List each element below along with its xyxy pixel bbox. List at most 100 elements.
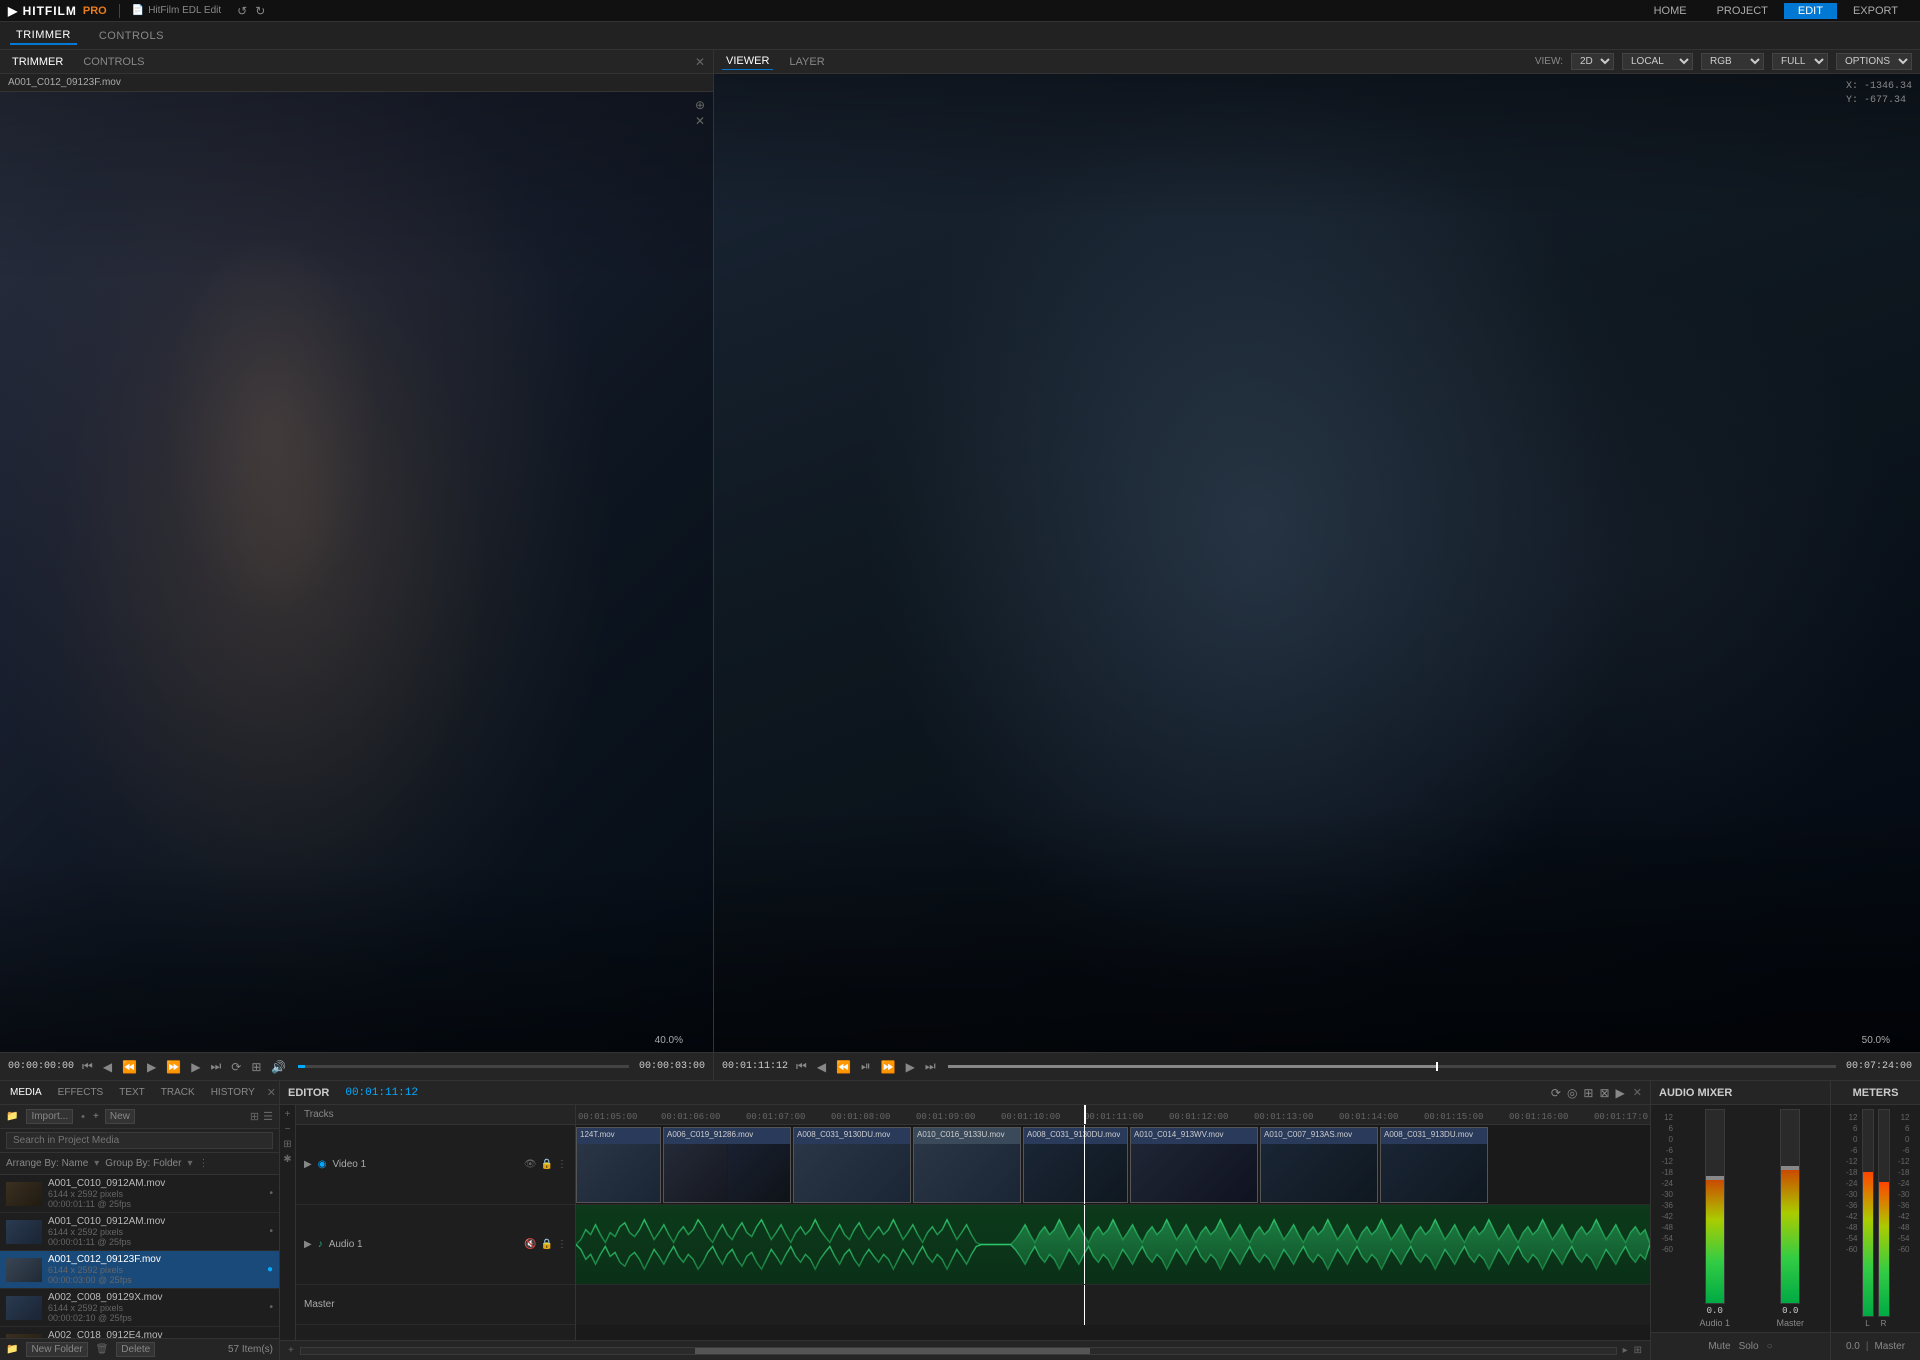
editor-add-track-icon[interactable]: + [288, 1345, 294, 1356]
tl-clip-4[interactable]: A010_C016_9133U.mov [913, 1127, 1021, 1203]
nav-project-btn[interactable]: PROJECT [1703, 3, 1782, 19]
tl-time-ruler: 00:01:05:00 00:01:06:00 00:01:07:00 00:0… [576, 1105, 1650, 1125]
media-tab-track[interactable]: TRACK [157, 1085, 199, 1100]
trimmer-scrubber[interactable] [298, 1065, 629, 1068]
editor-panel-close-icon[interactable]: ✕ [1633, 1086, 1642, 1099]
time-mark-3: 00:01:08:00 [831, 1112, 890, 1122]
tl-extra-icon[interactable]: ✱ [283, 1154, 291, 1165]
media-new-folder-btn[interactable]: New Folder [26, 1342, 87, 1357]
mixer-fader-2[interactable] [1780, 1109, 1800, 1304]
media-search-input[interactable] [6, 1132, 273, 1149]
viewer-tab-viewer[interactable]: VIEWER [722, 53, 773, 70]
redo-icon[interactable]: ↻ [255, 4, 265, 18]
nav-export-btn[interactable]: EXPORT [1839, 3, 1912, 19]
mute-btn[interactable]: Mute [1708, 1341, 1730, 1352]
trimmer-step-forward-icon[interactable]: ▶ [189, 1060, 202, 1074]
editor-tool-3[interactable]: ⊞ [1583, 1086, 1593, 1100]
media-delete-btn[interactable]: Delete [116, 1342, 155, 1357]
trimmer-next-icon[interactable]: ⏩ [164, 1060, 183, 1074]
editor-tool-1[interactable]: ⟳ [1551, 1086, 1561, 1100]
media-import-btn[interactable]: Import... [26, 1109, 73, 1124]
media-list-icon[interactable]: ☰ [263, 1110, 273, 1123]
meters-header: METERS [1831, 1081, 1920, 1105]
trimmer-step-back-icon[interactable]: ◀ [101, 1060, 114, 1074]
list-item[interactable]: A001_C012_09123F.mov 6144 x 2592 pixels … [0, 1251, 279, 1289]
list-item[interactable]: A002_C008_09129X.mov 6144 x 2592 pixels … [0, 1289, 279, 1327]
viewer-btn-2[interactable]: ◀ [815, 1060, 828, 1074]
viewer-btn-3[interactable]: ⏪ [834, 1060, 853, 1074]
tl-clip-5[interactable]: A008_C031_9130DU.mov [1023, 1127, 1128, 1203]
rgb-select[interactable]: RGB ALPHA [1701, 53, 1764, 70]
tl-zoom-in-icon[interactable]: + [285, 1109, 291, 1120]
nav-home-btn[interactable]: HOME [1640, 3, 1701, 19]
editor-bottom-icon-3[interactable]: ⊞ [1634, 1345, 1642, 1356]
tl-clip-8[interactable]: A008_C031_913DU.mov [1380, 1127, 1488, 1203]
media-tab-media[interactable]: MEDIA [6, 1085, 46, 1100]
trimmer-play-icon[interactable]: ▶ [145, 1060, 158, 1074]
tl-clip-1[interactable]: 124T.mov [576, 1127, 661, 1203]
media-add-icon[interactable]: + [93, 1111, 99, 1122]
viewer-scrubber[interactable] [948, 1065, 1836, 1068]
media-tab-history[interactable]: HISTORY [207, 1085, 259, 1100]
list-item[interactable]: A001_C010_0912AM.mov 6144 x 2592 pixels … [0, 1213, 279, 1251]
media-panel-close-icon[interactable]: ✕ [267, 1086, 276, 1099]
media-meta1-2: 6144 x 2592 pixels [48, 1227, 263, 1237]
nav-edit-btn[interactable]: EDIT [1784, 3, 1837, 19]
media-tab-text[interactable]: TEXT [115, 1085, 149, 1100]
trimmer-tab-trimmer[interactable]: TRIMMER [8, 54, 67, 70]
viewer-panel: VIEWER LAYER VIEW: 2D 3D LOCAL GLOBAL RG… [714, 50, 1920, 1080]
viewer-btn-4[interactable]: ⏯ [859, 1059, 873, 1074]
media-sort-options-icon[interactable]: ⋮ [198, 1158, 208, 1169]
list-item[interactable]: A001_C010_0912AM.mov 6144 x 2592 pixels … [0, 1175, 279, 1213]
solo-btn[interactable]: Solo [1739, 1341, 1759, 1352]
tl-video1-more-icon[interactable]: ⋮ [557, 1159, 567, 1170]
local-select[interactable]: LOCAL GLOBAL [1622, 53, 1693, 70]
viewer-btn-7[interactable]: ⏭ [923, 1059, 938, 1074]
tab-controls[interactable]: CONTROLS [93, 28, 170, 44]
tl-clip-6[interactable]: A010_C014_913WV.mov [1130, 1127, 1258, 1203]
trimmer-prev-icon[interactable]: ⏪ [120, 1060, 139, 1074]
viewer-tab-layer[interactable]: LAYER [785, 54, 828, 70]
media-new-btn[interactable]: New [105, 1109, 135, 1124]
tl-clip-2[interactable]: A006_C019_91286.mov [663, 1127, 791, 1203]
options-select[interactable]: OPTIONS [1836, 53, 1912, 70]
viewer-btn-5[interactable]: ⏩ [879, 1060, 898, 1074]
tl-audio1-mute-icon[interactable]: 🔇 [524, 1239, 536, 1250]
trimmer-loop-icon[interactable]: ⟳ [229, 1060, 243, 1074]
view-mode-select[interactable]: 2D 3D [1571, 53, 1614, 70]
viewer-btn-6[interactable]: ▶ [904, 1060, 917, 1074]
tl-video1-vis-icon[interactable]: 👁 [524, 1159, 537, 1170]
editor-tool-2[interactable]: ◎ [1567, 1086, 1577, 1100]
audio-mixer-header: AUDIO MIXER [1651, 1081, 1830, 1105]
trimmer-tab-controls[interactable]: CONTROLS [79, 54, 148, 70]
trimmer-close-icon[interactable]: ✕ [695, 55, 705, 69]
trimmer-extra-icon[interactable]: ⊞ [249, 1060, 263, 1074]
mixer-fader-handle-1[interactable] [1706, 1176, 1724, 1180]
tl-audio1-more-icon[interactable]: ⋮ [557, 1239, 567, 1250]
trimmer-mark-in-icon[interactable]: ⏮ [80, 1059, 95, 1074]
editor-tool-5[interactable]: ▶ [1616, 1086, 1625, 1100]
viewer-btn-1[interactable]: ⏮ [794, 1059, 809, 1074]
editor-scroll-bar[interactable] [300, 1347, 1617, 1355]
trimmer-mark-out-icon[interactable]: ⏭ [208, 1059, 223, 1074]
full-select[interactable]: FULL HALF [1772, 53, 1828, 70]
tl-zoom-out-icon[interactable]: − [285, 1124, 291, 1135]
tl-audio1-lock-icon[interactable]: 🔒 [541, 1239, 553, 1250]
tl-audio1-expand-icon[interactable]: ▶ [304, 1239, 312, 1250]
mixer-fader-handle-2[interactable] [1781, 1166, 1799, 1170]
editor-bottom-icon-2[interactable]: ▸ [1623, 1345, 1628, 1356]
tab-trimmer[interactable]: TRIMMER [10, 27, 77, 45]
trimmer-vol-icon[interactable]: 🔊 [269, 1060, 288, 1074]
tl-clip-3[interactable]: A008_C031_9130DU.mov [793, 1127, 911, 1203]
media-grid-icon[interactable]: ⊞ [250, 1110, 259, 1123]
viewer-controls-right: VIEW: 2D 3D LOCAL GLOBAL RGB ALPHA FULL … [1535, 53, 1912, 70]
tl-video1-expand-icon[interactable]: ▶ [304, 1159, 312, 1170]
mixer-fader-1[interactable] [1705, 1109, 1725, 1304]
media-tab-effects[interactable]: EFFECTS [54, 1085, 108, 1100]
editor-tool-4[interactable]: ⊠ [1599, 1086, 1609, 1100]
list-item[interactable]: A002_C018_0912E4.mov 6144 x 2592 pixels … [0, 1327, 279, 1338]
tl-fit-icon[interactable]: ⊞ [283, 1139, 291, 1150]
undo-icon[interactable]: ↺ [237, 4, 247, 18]
tl-clip-7[interactable]: A010_C007_913AS.mov [1260, 1127, 1378, 1203]
tl-video1-lock-icon[interactable]: 🔒 [541, 1159, 553, 1170]
